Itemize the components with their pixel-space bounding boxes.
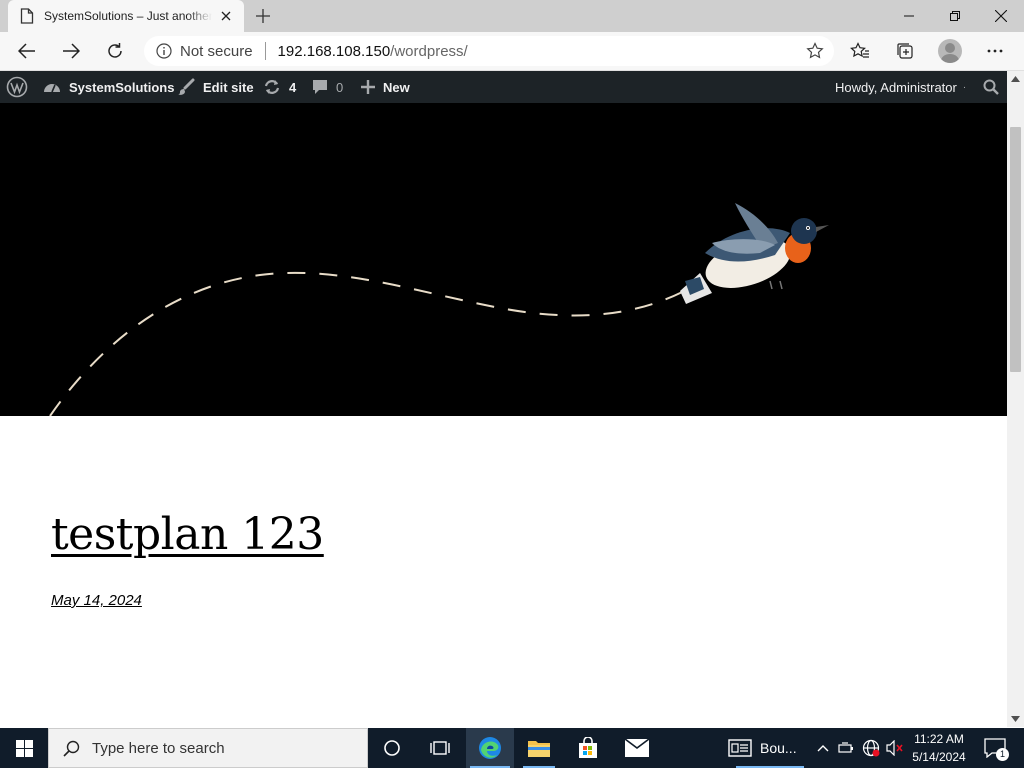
- wordpress-logo-icon[interactable]: [6, 71, 28, 103]
- profile-avatar-icon[interactable]: [938, 39, 962, 63]
- back-icon[interactable]: [12, 37, 42, 65]
- page-scrollbar[interactable]: [1007, 71, 1024, 727]
- task-view-icon[interactable]: [416, 728, 464, 768]
- url-host[interactable]: 192.168.108.150: [278, 43, 391, 60]
- favorite-star-icon[interactable]: [806, 42, 824, 60]
- search-icon: [63, 740, 80, 757]
- search-placeholder: Type here to search: [92, 739, 225, 757]
- post-date-link[interactable]: May 14, 2024: [51, 592, 142, 609]
- close-window-icon[interactable]: [978, 0, 1024, 32]
- comments-count: 0: [336, 79, 344, 95]
- volume-muted-icon[interactable]: [884, 728, 906, 768]
- new-tab-icon[interactable]: [252, 5, 274, 27]
- taskbar-app-bou[interactable]: Bou...: [728, 728, 812, 768]
- tab-title: SystemSolutions – Just another WordPress…: [44, 9, 212, 23]
- site-name-label: SystemSolutions: [69, 79, 175, 95]
- updates-count: 4: [289, 79, 297, 95]
- minimize-icon[interactable]: [886, 0, 932, 32]
- show-hidden-icons-icon[interactable]: [814, 728, 832, 768]
- new-label: New: [383, 79, 410, 95]
- close-tab-icon[interactable]: [216, 6, 236, 26]
- info-icon[interactable]: [156, 43, 172, 59]
- system-clock[interactable]: 11:22 AM 5/14/2024: [906, 730, 972, 766]
- new-content-menu[interactable]: New: [361, 71, 410, 103]
- search-icon[interactable]: [983, 71, 999, 103]
- security-label[interactable]: Not secure: [180, 43, 253, 60]
- dashboard-icon: [44, 84, 60, 93]
- page-icon: [20, 8, 34, 24]
- refresh-icon[interactable]: [100, 37, 130, 65]
- scroll-down-icon[interactable]: [1011, 715, 1020, 723]
- post-title-link[interactable]: testplan 123: [51, 505, 324, 565]
- mail-icon[interactable]: [613, 728, 661, 768]
- comments-link[interactable]: 0: [312, 71, 343, 103]
- updates-icon: [264, 80, 280, 94]
- scroll-thumb[interactable]: [1010, 127, 1021, 372]
- edit-site-link[interactable]: Edit site: [177, 71, 254, 103]
- app-window-icon: [728, 739, 752, 757]
- wp-admin-bar: SystemSolutions Edit site 4 0 New Howdy,…: [0, 71, 1007, 103]
- forward-icon[interactable]: [56, 37, 86, 65]
- scroll-up-icon[interactable]: [1011, 75, 1020, 83]
- bird-illustration: [49, 203, 829, 416]
- network-icon[interactable]: [860, 728, 882, 768]
- store-icon[interactable]: [564, 728, 612, 768]
- restore-icon[interactable]: [932, 0, 978, 32]
- bird: [680, 203, 829, 304]
- howdy-greeting: Howdy, Administrator: [835, 79, 957, 95]
- file-explorer-icon[interactable]: [515, 728, 563, 768]
- notification-badge: 1: [996, 748, 1009, 761]
- more-options-icon[interactable]: [980, 37, 1010, 65]
- taskbar-search-input[interactable]: Type here to search: [48, 728, 368, 768]
- cortana-icon[interactable]: [368, 728, 416, 768]
- browser-tab[interactable]: SystemSolutions – Just another WordPress…: [8, 0, 244, 32]
- clock-time: 11:22 AM: [914, 732, 964, 746]
- browser-tab-strip: SystemSolutions – Just another WordPress…: [0, 0, 1024, 32]
- windows-start-icon[interactable]: [0, 728, 48, 768]
- address-separator: [264, 42, 266, 60]
- edit-site-label: Edit site: [203, 79, 254, 95]
- header-image: [0, 103, 1007, 416]
- edge-icon[interactable]: [466, 728, 514, 768]
- comment-icon: [313, 80, 327, 94]
- address-bar[interactable]: Not secure 192.168.108.150/wordpress/: [144, 36, 834, 66]
- menu-dot: ·: [962, 81, 967, 93]
- windows-taskbar: Type here to search Bou... 11:22 AM 5/14…: [0, 728, 1024, 768]
- favorites-icon[interactable]: [845, 37, 875, 65]
- account-menu[interactable]: Howdy, Administrator ·: [835, 71, 966, 103]
- brush-icon: [178, 78, 195, 95]
- flight-path: [49, 271, 691, 416]
- collections-icon[interactable]: [890, 37, 920, 65]
- notification-center[interactable]: 1: [980, 728, 1010, 768]
- url-path[interactable]: /wordpress/: [390, 43, 468, 60]
- plus-icon: [361, 80, 375, 94]
- battery-icon[interactable]: [836, 728, 856, 768]
- site-name-menu[interactable]: SystemSolutions: [43, 71, 174, 103]
- app-label: Bou...: [760, 740, 797, 756]
- updates-link[interactable]: 4: [263, 71, 296, 103]
- browser-toolbar: Not secure 192.168.108.150/wordpress/: [0, 32, 1024, 71]
- clock-date: 5/14/2024: [912, 750, 966, 764]
